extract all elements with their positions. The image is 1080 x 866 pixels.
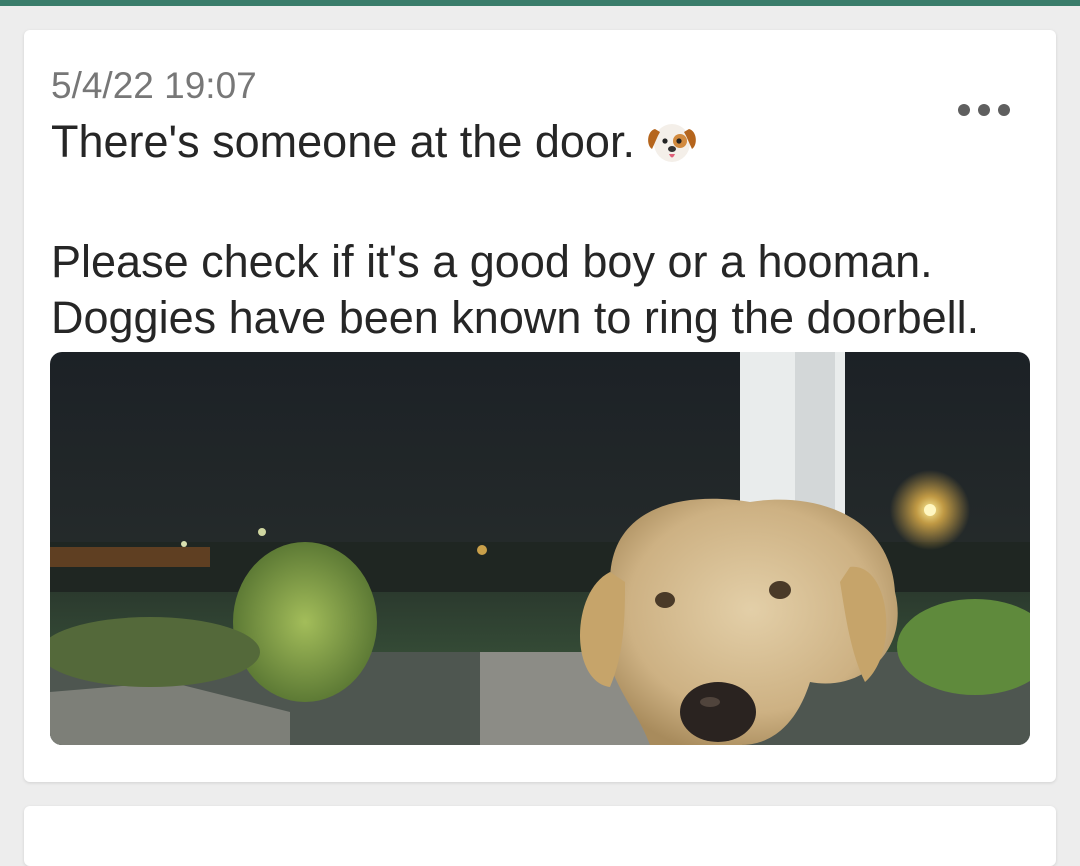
post-timestamp: 5/4/22 19:07 (51, 65, 257, 106)
message-line-2: Please check if it's a good boy or a hoo… (51, 236, 933, 287)
post-message: There's someone at the door. Please chec… (51, 114, 1041, 346)
post-card: 5/4/22 19:07 There's someone at the door… (24, 30, 1056, 782)
message-line-3: Doggies have been known to ring the door… (51, 292, 980, 343)
dog-face-icon (645, 119, 699, 178)
photo-illustration (50, 352, 1030, 745)
doorbell-camera-photo[interactable] (50, 352, 1030, 745)
message-line-1-text: There's someone at the door. (51, 116, 635, 167)
next-post-card (24, 806, 1056, 866)
message-line-1: There's someone at the door. (51, 114, 1041, 178)
top-accent-bar (0, 0, 1080, 6)
